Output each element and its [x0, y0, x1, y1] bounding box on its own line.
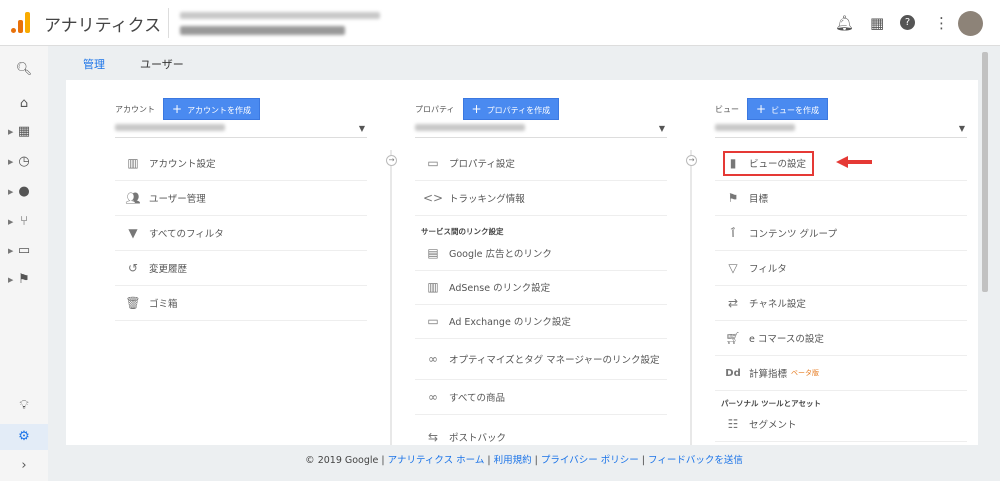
content-grouping[interactable]: ٱ コンテンツ グループ — [715, 216, 967, 251]
adsense-link[interactable]: ▥ AdSense のリンク設定 — [415, 270, 667, 305]
apps-grid-icon[interactable]: ▦ — [870, 14, 884, 32]
google-ads-link[interactable]: ▤ Google 広告とのリンク — [415, 236, 667, 271]
goals[interactable]: ⚑ 目標 — [715, 181, 967, 216]
admin-panel: アカウント + アカウントを作成 ▼ ▥ アカウント設定 👥︎ ユーザー管理 ▼ すべての… — [66, 80, 978, 445]
acquisition-icon[interactable]: ⑂ — [0, 214, 48, 229]
cart-icon: 🛒︎ — [725, 331, 741, 345]
people-icon: 👥︎ — [125, 191, 141, 205]
tab-user[interactable]: ユーザー — [140, 56, 184, 72]
user-management[interactable]: 👥︎ ユーザー管理 — [115, 181, 367, 216]
channel-icon: ⇄ — [727, 296, 739, 310]
column-label: ビュー — [715, 104, 739, 114]
arrow-right-icon: → — [386, 155, 397, 166]
adsense-icon: ▥ — [427, 280, 439, 294]
conversions-flag-icon[interactable]: ⚑ — [0, 272, 48, 287]
channel-settings[interactable]: ⇄ チャネル設定 — [715, 286, 967, 321]
customization-icon[interactable]: ▦ — [0, 124, 48, 139]
more-vert-icon[interactable]: ⋮ — [934, 14, 949, 32]
account-settings[interactable]: ▥ アカウント設定 — [115, 146, 367, 181]
red-arrow-icon — [836, 156, 872, 168]
postback-icon: ⇆ — [427, 430, 439, 444]
help-icon[interactable]: ? — [900, 15, 915, 30]
segment-icon: ☷ — [727, 417, 739, 431]
expand-sidebar-icon[interactable]: › — [0, 458, 48, 473]
trash-icon: 🗑︎ — [125, 296, 141, 310]
highlight-box — [723, 151, 814, 176]
property-icon: ▭ — [427, 156, 439, 170]
terms-link[interactable]: 利用規約 — [494, 455, 532, 466]
feedback-link[interactable]: フィードバックを送信 — [648, 455, 743, 466]
segments[interactable]: ☷ セグメント — [715, 407, 967, 442]
home-icon[interactable]: ⌂ — [0, 96, 48, 111]
building-icon: ▥ — [127, 156, 139, 170]
avatar[interactable] — [958, 11, 983, 36]
footer: © 2019 Google | アナリティクス ホーム | 利用規約 | プライ… — [305, 455, 743, 466]
history-icon: ↺ — [127, 261, 139, 275]
create-property-button[interactable]: + プロパティを作成 — [462, 98, 560, 120]
filters[interactable]: ▽ フィルタ — [715, 251, 967, 286]
filter-icon: ▼ — [128, 226, 138, 240]
sidebar: 🔍︎ ⌂ ▶ ▦ ▶ ◷ ▶ ● ▶ ⑂ ▶ ▭ ▶ ⚑ 💡︎ ⚙ › — [0, 46, 48, 481]
tracking-info[interactable]: <> トラッキング情報 — [415, 181, 667, 216]
trash[interactable]: 🗑︎ ゴミ箱 — [115, 286, 367, 321]
create-view-button[interactable]: + ビューを作成 — [747, 98, 829, 120]
link-icon: ∞ — [428, 390, 438, 404]
app-title: アナリティクス — [44, 16, 162, 36]
optimize-tag-manager-link[interactable]: ∞ オプティマイズとタグ マネージャーのリンク設定 — [415, 338, 667, 380]
analytics-logo-icon[interactable] — [11, 11, 31, 33]
account-dropdown[interactable]: ▼ — [115, 120, 367, 138]
dd-icon: Dd — [725, 367, 741, 379]
ad-exchange-icon: ▭ — [427, 314, 439, 328]
ecommerce-settings[interactable]: 🛒︎ e コマースの設定 — [715, 321, 967, 356]
link-icon: ∞ — [428, 351, 438, 366]
arrow-right-icon: → — [686, 155, 697, 166]
postbacks[interactable]: ⇆ ポストバック — [415, 430, 667, 445]
content-group-icon: ٱ — [729, 226, 737, 240]
create-account-button[interactable]: + アカウントを作成 — [163, 98, 261, 120]
flag-icon: ⚑ — [727, 191, 739, 205]
audience-person-icon[interactable]: ● — [0, 184, 48, 199]
property-settings[interactable]: ▭ プロパティ設定 — [415, 146, 667, 181]
ad-exchange-link[interactable]: ▭ Ad Exchange のリンク設定 — [415, 304, 667, 339]
scrollbar[interactable] — [982, 52, 988, 292]
search-icon[interactable]: 🔍︎ — [0, 62, 48, 77]
property-dropdown[interactable]: ▼ — [415, 120, 667, 138]
realtime-clock-icon[interactable]: ◷ — [0, 154, 48, 169]
bell-icon[interactable]: 🔔︎ — [835, 14, 854, 32]
lightbulb-icon[interactable]: 💡︎ — [0, 398, 48, 413]
privacy-link[interactable]: プライバシー ポリシー — [541, 455, 639, 466]
tab-bar: 管理 ユーザー — [48, 46, 1000, 86]
column-label: プロパティ — [415, 104, 455, 114]
filter-icon: ▽ — [728, 261, 738, 275]
view-selector[interactable] — [180, 26, 345, 35]
change-history[interactable]: ↺ 変更履歴 — [115, 251, 367, 286]
beta-badge: ベータ版 — [791, 369, 820, 377]
column-label: アカウント — [115, 104, 155, 114]
admin-gear-icon[interactable]: ⚙ — [0, 424, 48, 450]
top-bar: アナリティクス 🔔︎ ▦ ? ⋮ — [0, 0, 1000, 46]
ads-icon: ▤ — [427, 246, 439, 260]
all-products[interactable]: ∞ すべての商品 — [415, 380, 667, 415]
code-icon: <> — [422, 191, 444, 205]
account-selector[interactable] — [180, 12, 380, 19]
analytics-home-link[interactable]: アナリティクス ホーム — [388, 455, 485, 466]
view-dropdown[interactable]: ▼ — [715, 120, 967, 138]
all-filters[interactable]: ▼ すべてのフィルタ — [115, 216, 367, 251]
calculated-metrics[interactable]: Dd 計算指標 ベータ版 — [715, 356, 967, 391]
behavior-icon[interactable]: ▭ — [0, 243, 48, 258]
divider — [168, 8, 169, 38]
